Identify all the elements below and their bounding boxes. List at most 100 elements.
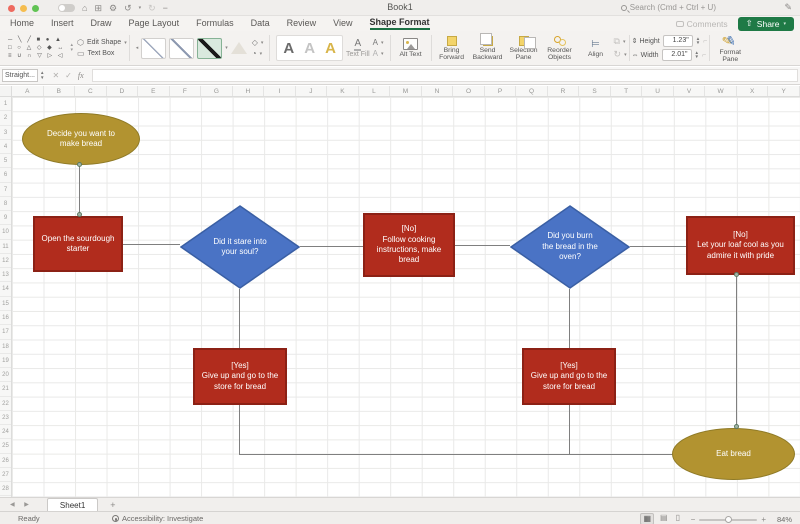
row-header[interactable]: 26 — [0, 454, 11, 468]
zoom-slider[interactable] — [699, 516, 758, 523]
column-header[interactable]: F — [170, 86, 202, 96]
cancel-entry-icon[interactable]: ✕ — [52, 71, 59, 80]
row-header[interactable]: 3 — [0, 126, 11, 140]
row-header[interactable]: 2 — [0, 111, 11, 126]
column-header[interactable]: L — [359, 86, 391, 96]
row-header[interactable]: 19 — [0, 354, 11, 369]
fullscreen-icon[interactable] — [32, 5, 39, 12]
tab-page-layout[interactable]: Page Layout — [129, 18, 180, 29]
column-header[interactable]: X — [737, 86, 769, 96]
flowchart-give-up-box-2[interactable]: [Yes] Give up and go to the store for br… — [522, 348, 616, 405]
row-header[interactable]: 10 — [0, 225, 11, 240]
confirm-entry-icon[interactable]: ✓ — [65, 71, 72, 80]
search-box[interactable]: Search (Cmd + Ctrl + U) — [620, 3, 716, 12]
connector-burn-yes[interactable] — [569, 289, 570, 348]
text-outline-button[interactable]: A ▾ — [373, 38, 384, 47]
format-pane-button[interactable]: ✎ ✎ Format Pane — [712, 32, 748, 62]
row-header[interactable]: 28 — [0, 482, 11, 497]
name-box-stepper[interactable]: ▲ ▼ — [40, 70, 44, 80]
connector-endpoint-handle[interactable] — [734, 424, 739, 429]
row-header[interactable]: 24 — [0, 425, 11, 440]
size-anchor-icon[interactable]: ⌐ — [702, 52, 706, 59]
connector-start-to-open[interactable] — [79, 166, 80, 215]
connector-follow-to-burn[interactable] — [455, 245, 510, 246]
shape-width-field[interactable]: 2.01" — [661, 49, 692, 61]
flowchart-cool-loaf-box[interactable]: [No] Let your loaf cool as you admire it… — [686, 216, 795, 275]
row-header[interactable]: 27 — [0, 468, 11, 483]
flowchart-start-ellipse[interactable]: Decide you want to make bread — [22, 113, 140, 165]
height-stepper[interactable]: ▲ ▼ — [696, 36, 700, 46]
row-header[interactable]: 5 — [0, 154, 11, 169]
tab-view[interactable]: View — [333, 18, 352, 29]
connector-endpoint-handle[interactable] — [77, 212, 82, 217]
column-header[interactable]: O — [453, 86, 485, 96]
minimize-icon[interactable] — [20, 5, 27, 12]
row-header[interactable]: 13 — [0, 268, 11, 283]
page-layout-view-icon[interactable]: ▤ — [658, 513, 670, 524]
comments-button[interactable]: Comments — [675, 19, 728, 29]
selection-pane-button[interactable]: Selection Pane — [506, 35, 542, 61]
shape-fill-button[interactable]: ◇ ▾ — [252, 38, 264, 47]
overflow-icon[interactable]: − — [163, 2, 168, 14]
align-button[interactable]: ⊨ Align — [578, 39, 614, 58]
column-header[interactable]: J — [296, 86, 328, 96]
row-header[interactable]: 11 — [0, 240, 11, 254]
column-header[interactable]: V — [674, 86, 706, 96]
share-button[interactable]: ⇧ Share ▾ — [737, 17, 794, 31]
line-style-option-3-selected[interactable] — [197, 37, 223, 59]
tab-shape-format[interactable]: Shape Format — [369, 17, 430, 30]
row-header[interactable]: 7 — [0, 183, 11, 197]
add-sheet-button[interactable]: + — [110, 500, 115, 510]
row-header[interactable]: 12 — [0, 254, 11, 269]
connector-stare-yes[interactable] — [239, 289, 240, 348]
edit-pencil-icon[interactable]: ✎ — [784, 2, 792, 13]
column-header[interactable]: K — [327, 86, 359, 96]
bring-forward-button[interactable]: Bring Forward — [434, 35, 470, 61]
formula-input[interactable] — [91, 69, 798, 82]
flowchart-give-up-box-1[interactable]: [Yes] Give up and go to the store for br… — [193, 348, 287, 405]
connector-store-to-eat[interactable] — [239, 454, 673, 455]
row-header[interactable]: 1 — [0, 97, 11, 112]
send-backward-button[interactable]: Send Backward — [470, 32, 506, 61]
flowchart-burn-decision[interactable]: Did you burn the bread in the oven? — [510, 205, 630, 289]
size-expand-icon[interactable]: ⌐ — [703, 38, 707, 45]
tab-insert[interactable]: Insert — [51, 18, 74, 29]
group-button[interactable]: ⧉ ▾ — [614, 36, 627, 47]
wordart-gallery[interactable]: A A A — [276, 35, 343, 61]
tab-home[interactable]: Home — [10, 18, 34, 29]
accessibility-status[interactable]: Accessibility: Investigate — [112, 514, 203, 523]
connector-endpoint-handle[interactable] — [734, 272, 739, 277]
reorder-objects-button[interactable]: Reorder Objects — [542, 35, 578, 61]
zoom-out-icon[interactable]: − — [691, 516, 696, 524]
row-header[interactable]: 6 — [0, 168, 11, 183]
name-box[interactable]: Straight... — [2, 69, 38, 82]
column-header[interactable]: S — [579, 86, 611, 96]
column-header[interactable]: E — [138, 86, 170, 96]
column-header[interactable]: U — [642, 86, 674, 96]
change-shape-icon[interactable] — [230, 42, 247, 54]
shapes-gallery-scroll[interactable]: ▴ ▾ — [70, 43, 73, 53]
flowchart-follow-instructions-box[interactable]: [No] Follow cooking instructions, make b… — [363, 213, 455, 277]
shape-height-field[interactable]: 1.23" — [662, 35, 693, 47]
undo-icon[interactable]: ↺ — [124, 2, 132, 14]
insert-function-icon[interactable]: fx — [78, 71, 84, 80]
column-header[interactable]: B — [44, 86, 76, 96]
zoom-percentage[interactable]: 84% — [777, 515, 792, 524]
rotate-button[interactable]: ↻ ▾ — [614, 49, 627, 60]
column-header[interactable]: P — [485, 86, 517, 96]
column-header[interactable]: Q — [516, 86, 548, 96]
column-header[interactable]: Y — [768, 86, 800, 96]
column-header[interactable]: D — [107, 86, 139, 96]
row-header[interactable]: 20 — [0, 368, 11, 383]
settings-gear-icon[interactable]: ⚙ — [109, 2, 117, 14]
flowchart-open-starter-box[interactable]: Open the sourdough starter — [33, 216, 123, 272]
row-header[interactable]: 17 — [0, 325, 11, 340]
text-fill-button[interactable]: A Text Fill — [346, 38, 370, 58]
undo-chevron-icon[interactable]: ▾ — [139, 2, 142, 14]
sheet-tab-sheet1[interactable]: Sheet1 — [46, 498, 99, 511]
wordart-style-3[interactable]: A — [325, 40, 336, 57]
row-header[interactable]: 23 — [0, 411, 11, 426]
select-all-corner[interactable] — [0, 86, 12, 96]
row-header[interactable]: 9 — [0, 211, 11, 226]
row-header[interactable]: 16 — [0, 311, 11, 326]
